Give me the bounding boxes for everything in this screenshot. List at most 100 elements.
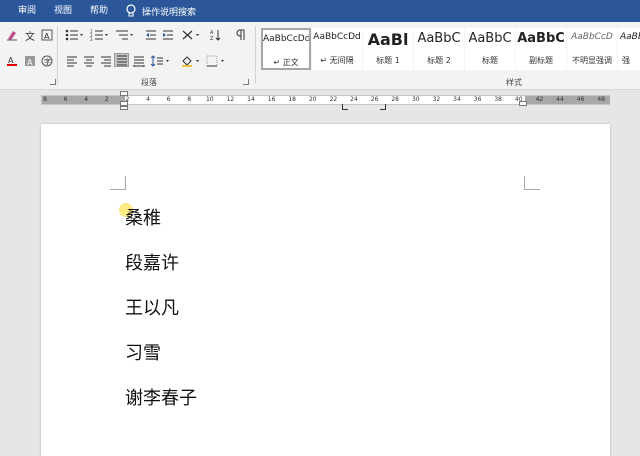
ruler-tick-label: 20	[308, 96, 317, 103]
char-border-icon[interactable]: A	[39, 28, 54, 42]
document-paragraph[interactable]: 谢李春子	[125, 384, 197, 410]
document-paragraph[interactable]: 王以凡	[125, 294, 179, 320]
sort-icon[interactable]: AZ	[208, 28, 223, 42]
ruler-tick-label: 24	[350, 96, 358, 103]
char-shading-icon[interactable]: A	[22, 54, 37, 68]
ribbon: 文 A A A 字 123 AZ 段落 AaBbCcDd ↵ 正文 AaBbCc…	[0, 22, 640, 90]
style-heading-2[interactable]: AaBbC 标题 2	[414, 28, 464, 70]
style-name: 副标题	[529, 56, 553, 65]
style-title[interactable]: AaBbC 标题	[465, 28, 515, 70]
crop-mark-top-left	[110, 176, 126, 190]
style-preview: AaBbCcDd	[313, 32, 361, 42]
multilevel-list-icon[interactable]	[114, 28, 136, 42]
borders-icon[interactable]	[205, 54, 227, 68]
font-color-icon[interactable]: A	[4, 54, 19, 68]
first-line-indent-marker[interactable]	[120, 91, 128, 96]
style-preview: AaBb	[620, 32, 640, 42]
ruler-tick-label: 8	[187, 96, 192, 103]
enclose-char-icon[interactable]: 字	[39, 54, 54, 68]
left-indent-marker[interactable]	[120, 106, 128, 110]
tab-view[interactable]: 视图	[45, 0, 81, 22]
tab-review[interactable]: 审阅	[0, 0, 45, 22]
svg-text:A: A	[27, 58, 33, 67]
ruler-tick-label: 4	[84, 96, 89, 103]
ruler-tick-label: 34	[453, 96, 461, 103]
style-normal[interactable]: AaBbCcDd ↵ 正文	[261, 28, 311, 70]
style-preview: AaBl	[367, 30, 409, 49]
distributed-icon[interactable]	[131, 54, 146, 68]
style-name: 标题 2	[427, 56, 451, 65]
ruler-tick-label: 16	[267, 96, 276, 103]
bullets-icon[interactable]	[64, 28, 86, 42]
styles-group-label: 样式	[506, 78, 522, 87]
style-name: 强	[622, 56, 630, 65]
group-separator	[57, 26, 58, 84]
tell-me-label: 操作说明搜索	[142, 7, 197, 18]
ruler-tick-label: 4	[146, 96, 150, 103]
svg-text:3: 3	[90, 37, 93, 41]
style-subtle-emphasis[interactable]: AaBbCcD 不明显强调	[567, 28, 617, 70]
right-indent-marker[interactable]	[519, 101, 527, 106]
phonetic-guide-icon[interactable]: 文	[22, 28, 37, 42]
document-paragraph[interactable]: 习雪	[125, 339, 161, 365]
ribbon-tab-bar: 审阅 视图 帮助 操作说明搜索	[0, 0, 640, 22]
ruler-tick-label: 36	[473, 96, 482, 103]
document-paragraph[interactable]: 桑稚	[125, 204, 161, 230]
ruler-tick-label: 10	[205, 96, 214, 103]
align-right-icon[interactable]	[98, 54, 113, 68]
chinese-layout-icon[interactable]	[181, 28, 203, 42]
ruler-tick-label: 48	[597, 96, 606, 103]
ruler-tick-label: 18	[288, 96, 297, 103]
style-no-spacing[interactable]: AaBbCcDd ↵ 无间隔	[312, 28, 362, 70]
line-spacing-icon[interactable]	[150, 54, 172, 68]
align-left-icon[interactable]	[64, 54, 79, 68]
ruler-tick-label: 14	[247, 96, 255, 103]
paragraph-group-label: 段落	[141, 78, 157, 87]
style-name: 不明显强调	[572, 56, 612, 65]
ruler-tick-label: 2	[104, 96, 109, 103]
ruler-tick-label: 6	[63, 96, 68, 103]
tab-stop-marker[interactable]	[342, 104, 348, 110]
ruler-tick-label: 22	[329, 96, 338, 103]
style-heading-1[interactable]: AaBl 标题 1	[363, 28, 413, 70]
paragraph-dialog-launcher[interactable]	[243, 79, 249, 85]
numbering-icon[interactable]: 123	[89, 28, 111, 42]
tab-help[interactable]: 帮助	[81, 0, 117, 22]
decrease-indent-icon[interactable]	[143, 28, 158, 42]
ruler-tick-label: 30	[411, 96, 420, 103]
tab-stop-marker[interactable]	[380, 104, 386, 110]
ruler-tick-label: 28	[391, 96, 400, 103]
crop-mark-top-right	[524, 176, 540, 190]
style-name: 标题	[482, 56, 498, 65]
style-preview: AaBbC	[468, 31, 512, 46]
justify-icon[interactable]	[114, 53, 129, 67]
ruler-tick-label: 6	[166, 96, 171, 103]
increase-indent-icon[interactable]	[160, 28, 175, 42]
document-page[interactable]: 桑稚 段嘉许 王以凡 习雪 谢李春子	[41, 124, 610, 456]
document-paragraph[interactable]: 段嘉许	[125, 249, 179, 275]
ruler-tick-label: 44	[556, 96, 564, 103]
align-center-icon[interactable]	[81, 54, 96, 68]
style-preview: AaBbC	[517, 31, 565, 46]
style-strong[interactable]: AaBb 强	[618, 28, 640, 70]
style-name: 标题 1	[376, 56, 400, 65]
ruler-tick-label: 46	[576, 96, 585, 103]
ruler-tick-label: 42	[535, 96, 544, 103]
clear-format-icon[interactable]	[4, 28, 19, 42]
lightbulb-icon	[125, 4, 137, 18]
ruler-tick-label: 8	[43, 96, 47, 103]
style-preview: AaBbC	[417, 31, 461, 46]
svg-text:A: A	[8, 56, 14, 65]
ruler-tick-label: 32	[432, 96, 441, 103]
style-name: ↵ 无间隔	[320, 56, 354, 65]
style-name: ↵ 正文	[273, 58, 299, 67]
font-dialog-launcher[interactable]	[50, 79, 56, 85]
svg-text:文: 文	[25, 30, 35, 41]
shading-icon[interactable]	[180, 54, 202, 68]
show-marks-icon[interactable]	[233, 28, 248, 42]
svg-text:字: 字	[44, 57, 51, 66]
tell-me-search[interactable]: 操作说明搜索	[117, 4, 196, 18]
style-preview: AaBbCcDd	[263, 34, 311, 44]
ruler-tick-label: 38	[494, 96, 503, 103]
style-subtitle[interactable]: AaBbC 副标题	[516, 28, 566, 70]
